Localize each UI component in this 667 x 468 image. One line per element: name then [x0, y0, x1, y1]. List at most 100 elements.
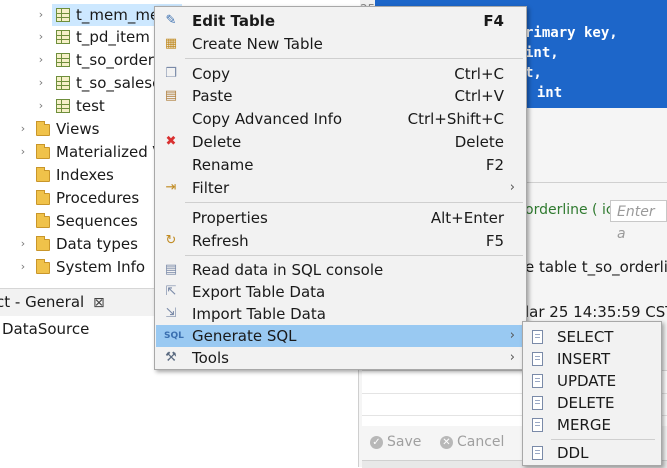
refresh-icon: ↻ — [165, 233, 177, 248]
menu-item-label: Paste — [192, 87, 233, 105]
chevron-right-icon[interactable]: › — [18, 256, 28, 278]
menu-item-delete[interactable]: ✖ Delete Delete — [156, 131, 525, 153]
menu-item-label: Generate SQL — [192, 327, 297, 345]
menu-item-tools[interactable]: ⚒ Tools › — [156, 347, 525, 369]
menu-item-label: Delete — [192, 133, 242, 151]
submenu-item-label: UPDATE — [557, 372, 617, 390]
menu-item-accel: Ctrl+C — [454, 65, 504, 83]
cancel-button[interactable]: ✕ Cancel — [440, 434, 504, 450]
menu-item-label: Import Table Data — [192, 305, 326, 323]
timestamp: lar 25 14:35:59 CST — [525, 303, 667, 321]
save-button[interactable]: ✓ Save — [370, 434, 421, 450]
editor-line: int, — [525, 45, 559, 61]
document-icon — [532, 352, 543, 366]
menu-item-properties[interactable]: Properties Alt+Enter — [156, 207, 525, 229]
table-icon — [56, 76, 70, 90]
document-icon — [532, 418, 543, 432]
menu-item-export-table-data[interactable]: ⇱ Export Table Data — [156, 281, 525, 303]
chevron-right-icon: › — [509, 328, 515, 343]
tree-folder-system-info[interactable]: › System Info — [21, 256, 164, 278]
menu-item-paste[interactable]: ▤ Paste Ctrl+V — [156, 85, 525, 107]
folder-icon — [36, 121, 50, 136]
menu-item-create-new-table[interactable]: ▦ Create New Table — [156, 33, 525, 55]
tree-item-label: Data types — [56, 235, 138, 253]
chevron-right-icon: › — [509, 180, 515, 195]
close-icon[interactable]: ⊠ — [93, 295, 105, 311]
tree-item-label: Indexes — [56, 166, 114, 184]
copy-icon: ❐ — [165, 66, 177, 81]
tools-icon: ⚒ — [165, 350, 177, 365]
tree-folder-sequences[interactable]: Sequences — [34, 210, 164, 232]
tree-folder-data-types[interactable]: › Data types — [21, 233, 164, 255]
menu-item-accel: F2 — [485, 156, 504, 174]
submenu-item-merge[interactable]: MERGE — [524, 414, 660, 436]
menu-separator — [185, 255, 523, 256]
submenu-item-delete[interactable]: DELETE — [524, 392, 660, 414]
save-label: Save — [387, 434, 422, 450]
menu-item-label: Refresh — [192, 232, 249, 250]
tree-item-label: t_pd_item — [76, 28, 150, 46]
menu-item-label: Copy Advanced Info — [192, 110, 343, 128]
menu-item-accel: Delete — [454, 133, 504, 151]
submenu-item-label: DELETE — [557, 394, 615, 412]
menu-item-refresh[interactable]: ↻ Refresh F5 — [156, 230, 525, 252]
menu-item-accel: Ctrl+V — [454, 87, 504, 105]
menu-item-import-table-data[interactable]: ⇲ Import Table Data — [156, 303, 525, 325]
filter-icon: ⇥ — [165, 180, 177, 195]
chevron-right-icon[interactable]: › — [36, 26, 46, 48]
document-icon — [532, 396, 543, 410]
menu-item-label: Properties — [192, 209, 268, 227]
import-icon: ⇲ — [165, 306, 177, 321]
submenu-item-label: MERGE — [557, 416, 611, 434]
context-menu: ✎ Edit Table F4 ▦ Create New Table ❐ Cop… — [154, 6, 527, 370]
submenu-item-label: SELECT — [557, 328, 614, 346]
tree-folder-procedures[interactable]: Procedures — [34, 187, 164, 209]
submenu-item-ddl[interactable]: DDL — [524, 442, 660, 464]
delete-icon: ✖ — [165, 134, 177, 149]
chevron-right-icon[interactable]: › — [18, 141, 28, 163]
chevron-right-icon[interactable]: › — [36, 4, 46, 26]
menu-item-label: Filter — [192, 179, 230, 197]
menu-item-edit-table[interactable]: ✎ Edit Table F4 — [156, 10, 525, 32]
menu-item-copy-advanced-info[interactable]: Copy Advanced Info Ctrl+Shift+C — [156, 108, 525, 130]
paste-icon: ▤ — [164, 88, 178, 103]
tree-folder-indexes[interactable]: Indexes — [34, 164, 164, 186]
chevron-right-icon[interactable]: › — [18, 233, 28, 255]
submenu-item-update[interactable]: UPDATE — [524, 370, 660, 392]
submenu-item-label: INSERT — [557, 350, 611, 368]
document-icon — [532, 330, 543, 344]
menu-item-copy[interactable]: ❐ Copy Ctrl+C — [156, 63, 525, 85]
menu-item-generate-sql[interactable]: SQL Generate SQL › — [156, 325, 525, 347]
menu-item-filter[interactable]: ⇥ Filter › — [156, 177, 525, 199]
menu-item-read-data-sql-console[interactable]: ▤ Read data in SQL console — [156, 259, 525, 281]
menu-item-label: Export Table Data — [192, 283, 326, 301]
submenu-item-insert[interactable]: INSERT — [524, 348, 660, 370]
chevron-right-icon: › — [509, 350, 515, 365]
tree-item-label: Views — [56, 120, 100, 138]
submenu-item-select[interactable]: SELECT — [524, 326, 660, 348]
tree-folder-views[interactable]: › Views — [21, 118, 164, 140]
submenu-item-label: DDL — [557, 444, 589, 462]
chevron-right-icon[interactable]: › — [36, 49, 46, 71]
menu-item-label: Tools — [192, 349, 229, 367]
cancel-label: Cancel — [457, 434, 505, 450]
generate-sql-submenu: SELECT INSERT UPDATE DELETE MERGE DDL — [522, 321, 662, 466]
filter-input[interactable]: Enter a — [610, 200, 667, 242]
menu-item-rename[interactable]: Rename F2 — [156, 154, 525, 176]
folder-icon — [36, 144, 50, 159]
menu-separator — [185, 202, 523, 203]
chevron-right-icon[interactable]: › — [36, 72, 46, 94]
orderline-tab[interactable]: orderline ( ic — [525, 202, 614, 218]
tab-general[interactable]: ct - General ⊠ — [0, 293, 105, 311]
sql-icon: SQL — [164, 331, 184, 341]
chevron-right-icon[interactable]: › — [18, 118, 28, 140]
tree-folder-materialized-views[interactable]: › Materialized V — [21, 141, 164, 163]
menu-item-accel: F4 — [483, 12, 504, 30]
tree-item-label: t_so_order — [76, 51, 154, 69]
chevron-right-icon[interactable]: › — [36, 95, 46, 117]
menu-item-label: Edit Table — [192, 12, 275, 30]
folder-icon — [36, 259, 50, 274]
export-icon: ⇱ — [165, 284, 177, 299]
menu-item-accel: Alt+Enter — [430, 209, 504, 227]
tree-item-label: Materialized V — [56, 143, 163, 161]
